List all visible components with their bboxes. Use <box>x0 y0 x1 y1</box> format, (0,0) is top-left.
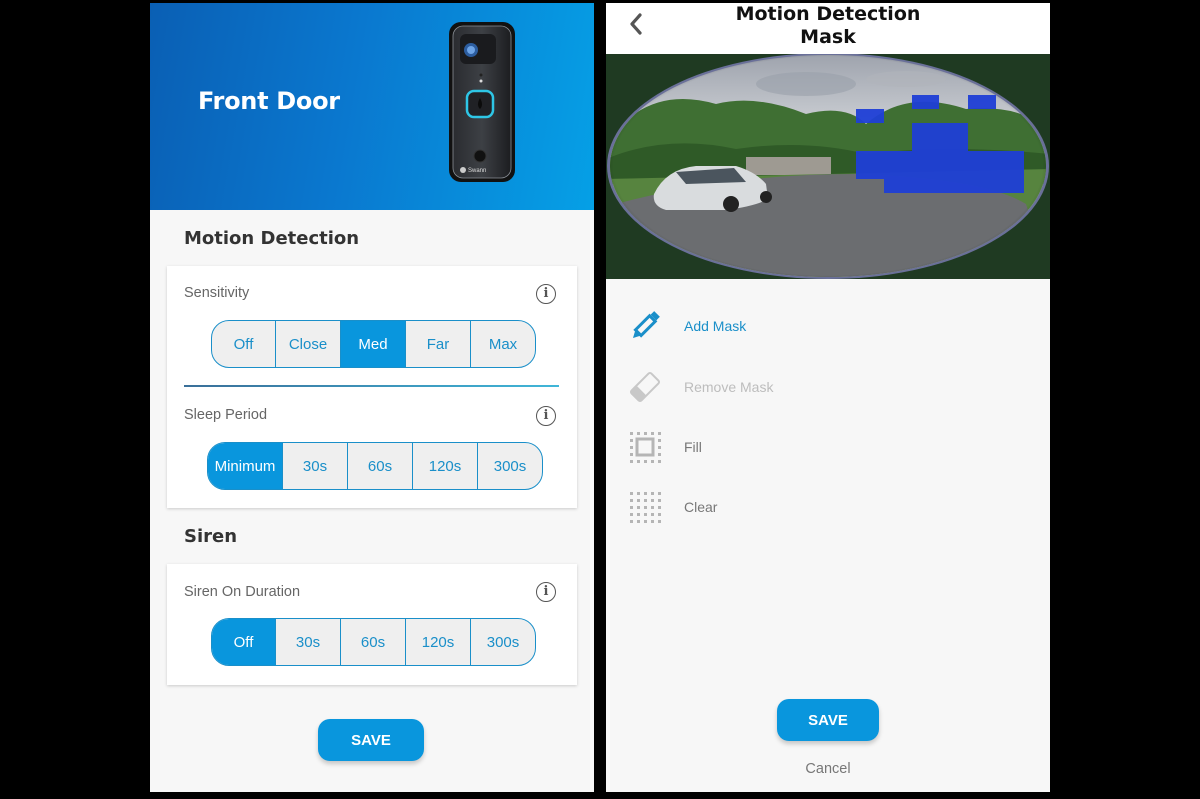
option-30s[interactable]: 30s <box>283 443 348 489</box>
save-button[interactable]: SAVE <box>318 719 424 761</box>
option-far[interactable]: Far <box>406 321 471 367</box>
page-title-line-1: Motion Detection <box>735 3 921 25</box>
mask-block[interactable] <box>912 95 939 109</box>
tool-clear[interactable]: Clear <box>626 488 717 526</box>
option-60s[interactable]: 60s <box>348 443 413 489</box>
option-120s[interactable]: 120s <box>406 619 471 665</box>
tool-label: Add Mask <box>684 318 747 334</box>
siren-duration-selector: Off 30s 60s 120s 300s <box>211 618 536 666</box>
device-header-banner: Front Door Swann <box>150 3 594 210</box>
motion-mask-screen: Motion Detection Mask Add Mask Remove Ma… <box>606 3 1050 792</box>
top-bar: Motion Detection Mask <box>606 3 1050 54</box>
option-300s[interactable]: 300s <box>478 443 542 489</box>
tool-remove-mask[interactable]: Remove Mask <box>626 368 773 406</box>
option-300s[interactable]: 300s <box>471 619 535 665</box>
doorbell-product-image: Swann <box>449 22 515 182</box>
siren-duration-info-icon[interactable]: i <box>536 582 556 602</box>
tool-label: Remove Mask <box>684 379 774 395</box>
motion-settings-card: Sensitivity i Off Close Med Far Max Sleep Pe… <box>167 266 577 508</box>
sensitivity-info-icon[interactable]: i <box>536 284 556 304</box>
page-title: Motion Detection Mask <box>606 3 1050 49</box>
option-off[interactable]: Off <box>212 321 276 367</box>
sleep-period-info-icon[interactable]: i <box>536 406 556 426</box>
mask-block[interactable] <box>968 95 996 109</box>
siren-duration-label: Siren On Duration <box>184 584 301 600</box>
tool-label: Clear <box>684 499 718 515</box>
option-off[interactable]: Off <box>212 619 276 665</box>
option-minimum[interactable]: Minimum <box>208 443 283 489</box>
mask-save-button[interactable]: SAVE <box>777 699 879 741</box>
mask-block[interactable] <box>884 179 1024 193</box>
option-60s[interactable]: 60s <box>341 619 406 665</box>
fill-grid-icon <box>626 428 664 466</box>
motion-detection-title: Motion Detection <box>184 228 360 249</box>
sensitivity-label: Sensitivity <box>184 285 250 301</box>
tool-label: Fill <box>684 439 702 455</box>
clear-grid-icon <box>626 488 664 526</box>
section-divider <box>184 385 559 387</box>
sleep-period-label: Sleep Period <box>184 407 268 423</box>
brand-logo: Swann <box>468 168 486 174</box>
mask-block[interactable] <box>912 123 968 151</box>
mask-block[interactable] <box>856 151 1024 179</box>
page-title-line-2: Mask <box>800 26 856 48</box>
mask-block[interactable] <box>856 109 884 123</box>
siren-settings-card: Siren On Duration i Off 30s 60s 120s 300s <box>167 564 577 685</box>
option-120s[interactable]: 120s <box>413 443 478 489</box>
tool-add-mask[interactable]: Add Mask <box>626 307 746 345</box>
sleep-period-selector: Minimum 30s 60s 120s 300s <box>207 442 543 490</box>
option-close[interactable]: Close <box>276 321 341 367</box>
option-30s[interactable]: 30s <box>276 619 341 665</box>
siren-title: Siren <box>184 526 238 547</box>
pencil-icon <box>626 307 664 345</box>
fisheye-camera-image <box>606 54 1050 279</box>
camera-preview[interactable] <box>606 54 1050 279</box>
option-max[interactable]: Max <box>471 321 535 367</box>
tool-fill[interactable]: Fill <box>626 428 702 466</box>
sensitivity-selector: Off Close Med Far Max <box>211 320 536 368</box>
device-settings-screen: Front Door Swann Motion Detection Sensit… <box>150 3 594 792</box>
option-med[interactable]: Med <box>341 321 406 367</box>
eraser-icon <box>626 368 664 406</box>
cancel-button[interactable]: Cancel <box>606 761 1050 777</box>
device-name: Front Door <box>198 87 340 115</box>
